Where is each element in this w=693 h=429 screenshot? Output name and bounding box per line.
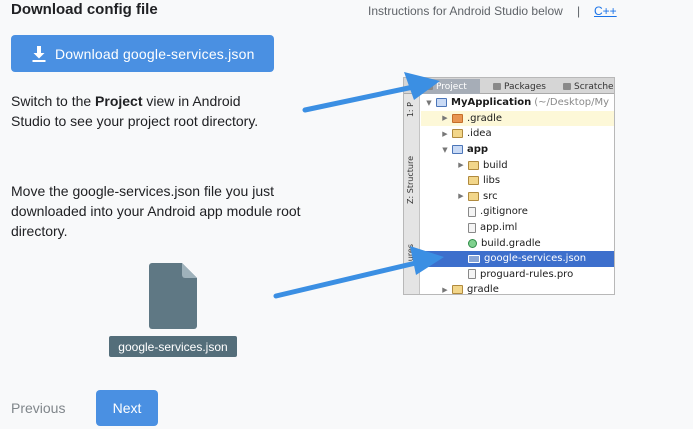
tree-row-label: .gradle [467,112,503,124]
tree-row: ▶ build [421,157,614,173]
tree-row-label: MyApplication [451,97,532,109]
step-project-view: Switch to the Project view in Android St… [11,91,281,131]
folder-red-icon [452,113,463,123]
step1-bold: Project [95,93,143,109]
tree-row: .gitignore [421,204,614,220]
file-caption: google-services.json [109,336,237,357]
studio-tab-scratches: Scratches [560,79,615,94]
tree-row: ▶ gradle [421,282,614,295]
tree-row-label: build [483,159,508,171]
download-button-label: Download google-services.json [55,45,255,62]
packages-tab-icon [493,83,501,90]
download-config-button[interactable]: Download google-services.json [11,35,274,72]
tree-row-label: app [467,144,489,156]
file-icon [149,263,197,329]
tree-row-label: google-services.json [484,253,587,265]
tree-row: ▼ app [421,142,614,158]
expand-arrow-icon: ▶ [458,192,464,201]
expand-arrow-icon: ▶ [442,285,448,294]
studio-tab-bar: Project Packages Scratches [404,78,615,94]
expand-arrow-icon: ▼ [426,98,432,107]
tree-row-path: (~/Desktop/My [534,97,610,109]
instructions-text: Instructions for Android Studio below [368,4,563,18]
next-button[interactable]: Next [96,390,158,426]
tree-row-label: app.iml [480,222,518,234]
cpp-link[interactable]: C++ [594,4,617,18]
step1-prefix: Switch to the [11,93,96,109]
tree-row: ▶ .gradle [421,110,614,127]
tree-row-label: .idea [467,128,492,140]
tree-row-label: proguard-rules.pro [480,268,574,280]
module-icon [436,98,447,108]
step-move-file: Move the google-services.json file you j… [11,183,301,239]
project-tab-icon [425,83,433,90]
studio-tab-label: Packages [504,81,546,92]
scratches-tab-icon [563,83,571,90]
instructions-separator: | [577,4,581,18]
expand-arrow-icon: ▶ [458,161,464,170]
studio-tab-label: Project [436,81,467,92]
side-label-captures: ures [406,244,415,262]
side-label-structure: Z: Structure [406,156,415,204]
folder-icon [452,129,463,139]
tree-row: ▶ src [421,189,614,205]
tree-row-label: src [483,190,498,202]
side-label-project: 1: P [406,102,415,118]
tree-row-label: gradle [467,284,499,295]
tree-row: app.iml [421,220,614,236]
expand-arrow-icon: ▼ [442,145,448,154]
folder-icon [452,285,463,294]
expand-arrow-icon: ▶ [442,114,448,123]
studio-tab-packages: Packages [490,79,552,94]
folder-icon [468,176,479,186]
previous-button[interactable]: Previous [11,400,65,416]
android-studio-screenshot: Project Packages Scratches 1: P Z: Struc… [403,77,615,295]
json-icon [468,254,480,263]
tree-row: ▶ .idea [421,126,614,142]
studio-side-toolbar: 1: P Z: Structure ures [404,94,420,294]
tree-row: libs [421,173,614,189]
tree-row-label: libs [483,175,501,187]
doc-icon [468,206,476,217]
module-icon [452,145,463,155]
expand-arrow-icon: ▶ [442,129,448,138]
studio-project-tree: ▼ MyApplication (~/Desktop/My ▶ .gradle ▶ .ide… [421,95,614,295]
tree-row-label: build.gradle [481,237,541,249]
tree-row: proguard-rules.pro [421,267,614,283]
doc-icon [468,222,476,233]
studio-tab-label: Scratches [574,81,615,92]
studio-tab-project: Project [422,79,480,94]
gradle-icon [468,238,477,248]
tree-row: google-services.json [421,250,614,267]
doc-icon [468,269,476,280]
tree-row: build.gradle [421,235,614,251]
download-icon [31,45,47,63]
tree-row: ▼ MyApplication (~/Desktop/My [421,95,614,111]
tree-row-label: .gitignore [480,206,528,218]
folder-icon [468,160,479,170]
page-title: Download config file [11,1,158,18]
folder-icon [468,191,479,201]
